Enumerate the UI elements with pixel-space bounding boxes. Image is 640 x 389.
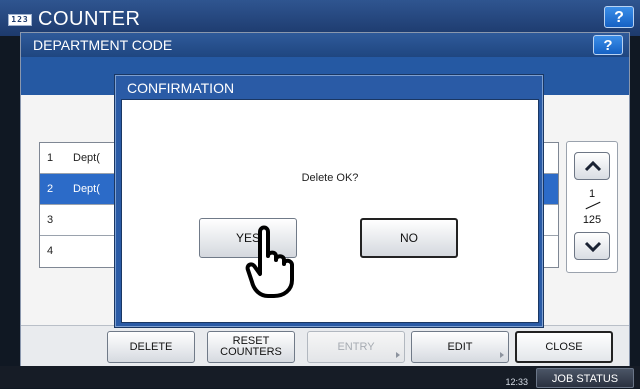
department-help-button[interactable]: ?	[593, 35, 623, 55]
dialog-body: Delete OK? YES NO	[121, 99, 539, 323]
chevron-down-icon	[584, 241, 602, 253]
job-status-button[interactable]: JOB STATUS	[536, 368, 634, 388]
chevron-up-icon	[584, 160, 602, 172]
entry-button[interactable]: ENTRY	[307, 331, 405, 363]
edit-label: EDIT	[447, 340, 473, 353]
counter-icon: 123	[8, 14, 32, 26]
pager: 1 125	[566, 141, 618, 273]
edit-button[interactable]: EDIT	[411, 331, 509, 363]
department-title: DEPARTMENT CODE	[33, 37, 173, 53]
close-button[interactable]: CLOSE	[515, 331, 613, 363]
row-number: 4	[47, 245, 54, 257]
page-down-button[interactable]	[574, 232, 610, 260]
row-number: 2	[47, 183, 54, 195]
row-number: 3	[47, 214, 54, 226]
clock-time: 12:33	[505, 377, 528, 387]
reset-label-line2: COUNTERS	[220, 346, 282, 358]
row-name: Dept(	[73, 183, 100, 195]
submenu-arrow-icon	[396, 352, 400, 358]
dialog-title: CONFIRMATION	[127, 80, 235, 96]
close-label: CLOSE	[545, 340, 583, 353]
counter-title: COUNTER	[38, 8, 141, 30]
clock: 12:33	[468, 366, 528, 388]
clock-date	[468, 367, 528, 377]
submenu-arrow-icon	[500, 352, 504, 358]
no-button[interactable]: NO	[360, 218, 458, 258]
confirmation-dialog: CONFIRMATION Delete OK? YES NO	[114, 74, 544, 328]
page-current: 1	[588, 188, 596, 200]
delete-button[interactable]: DELETE	[107, 331, 195, 363]
page-total: 125	[582, 214, 602, 226]
row-number: 1	[47, 152, 54, 164]
entry-label: ENTRY	[337, 340, 375, 353]
dialog-message: Delete OK?	[301, 172, 359, 184]
delete-label: DELETE	[129, 340, 173, 353]
page-separator	[585, 201, 601, 210]
reset-counters-button[interactable]: RESET COUNTERS	[207, 331, 295, 363]
no-label: NO	[400, 231, 418, 245]
counter-help-button[interactable]: ?	[604, 6, 634, 28]
department-header: DEPARTMENT CODE ?	[21, 33, 629, 57]
row-name: Dept(	[73, 152, 100, 164]
counter-header: 123 COUNTER ?	[0, 0, 640, 36]
page-up-button[interactable]	[574, 152, 610, 180]
pointing-hand-icon	[245, 225, 294, 298]
